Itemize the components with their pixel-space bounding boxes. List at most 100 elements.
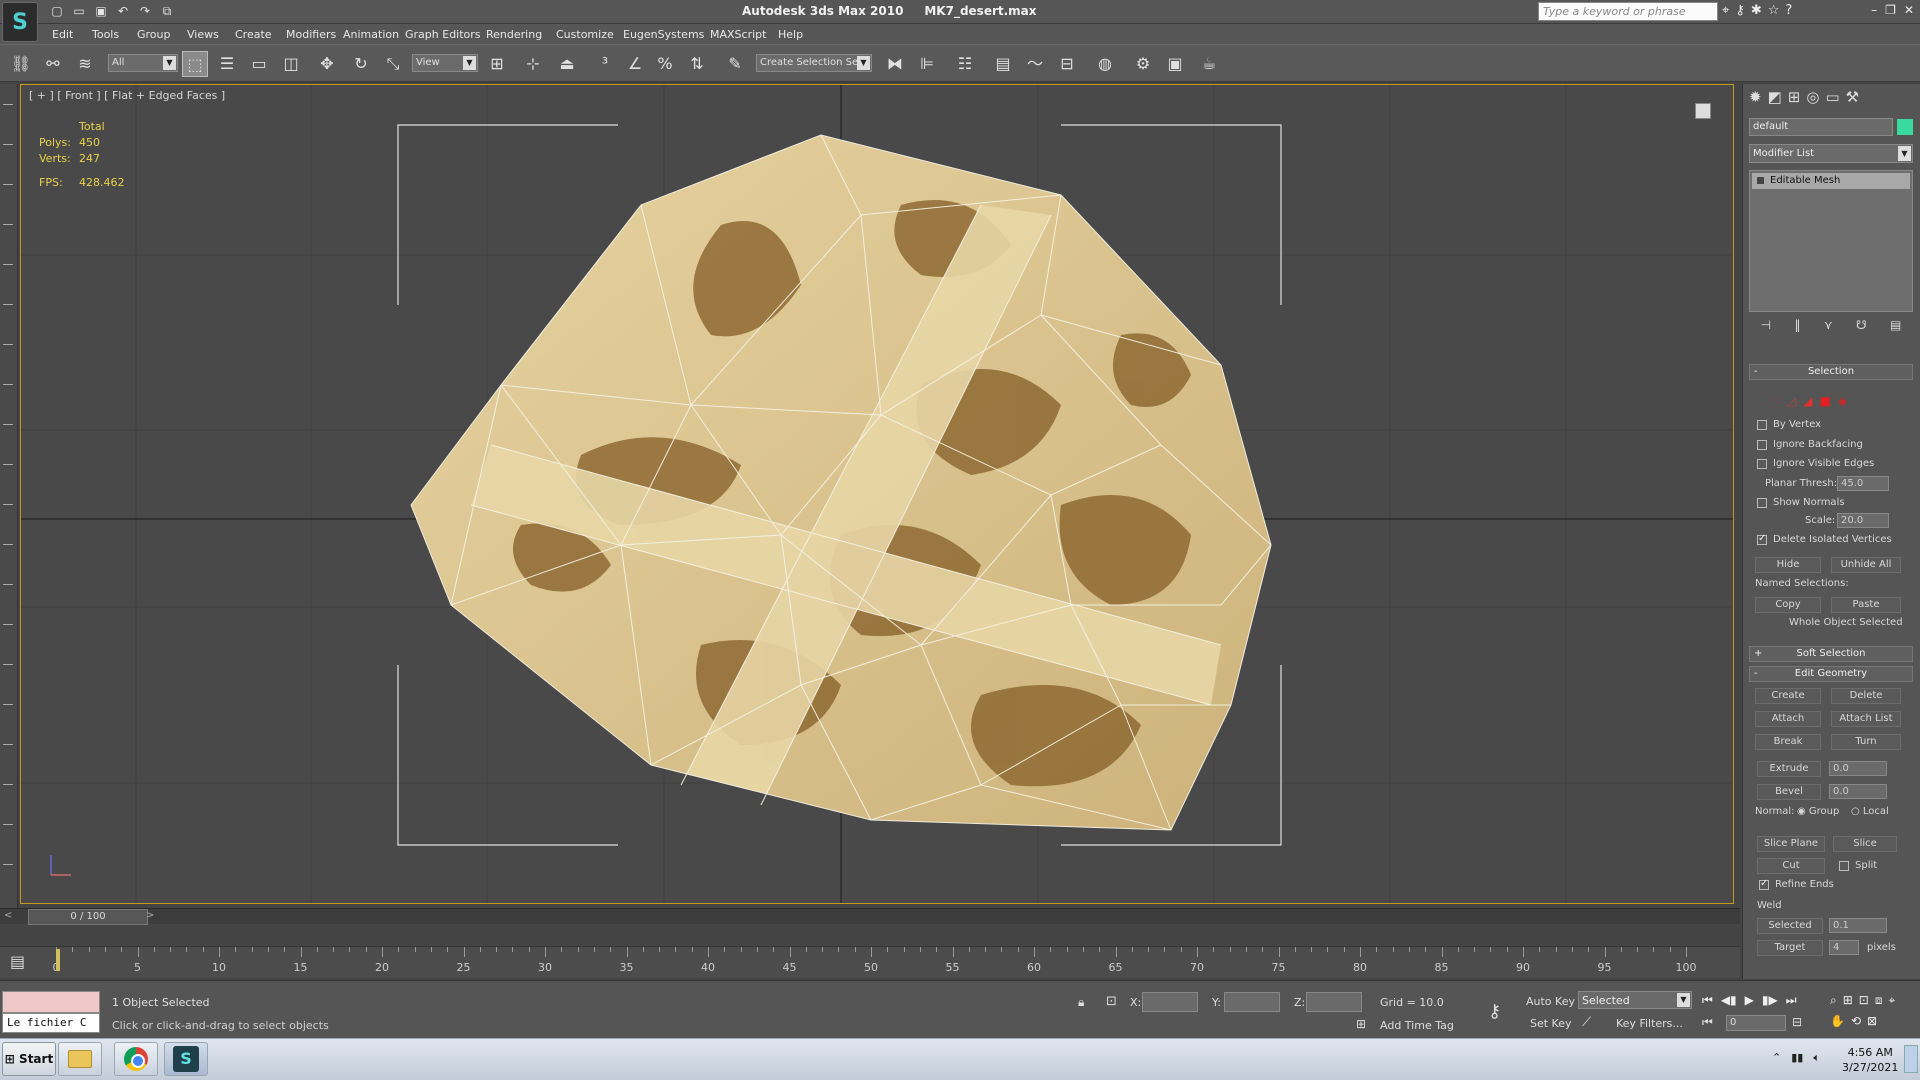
slice-button[interactable]: Slice — [1833, 836, 1897, 852]
weld-target-button[interactable]: Target — [1757, 940, 1823, 956]
make-unique-icon[interactable]: ⋎ — [1824, 318, 1833, 332]
angle-snap-icon[interactable]: ∠ — [622, 51, 648, 77]
modify-tab-icon[interactable]: ◩ — [1768, 88, 1782, 106]
object-color-swatch[interactable] — [1897, 119, 1913, 135]
current-frame-marker[interactable] — [56, 949, 60, 971]
time-tag-icon[interactable]: ⊞ — [1356, 1017, 1366, 1031]
mirror-icon[interactable]: ⧓ — [882, 51, 908, 77]
select-object-icon[interactable]: ⬚ — [182, 51, 208, 77]
open-file-icon[interactable]: ▭ — [70, 3, 88, 20]
menu-create[interactable]: Create — [235, 28, 272, 41]
viewport-maximize-icon[interactable] — [1695, 103, 1711, 119]
volume-icon[interactable]: 🔈︎ — [1813, 1051, 1820, 1065]
zoom-extents-icon[interactable]: ⊡ — [1859, 993, 1869, 1008]
pan-icon[interactable]: ✋ — [1830, 1014, 1845, 1028]
select-and-link-icon[interactable]: ⛓ — [8, 51, 34, 77]
reference-coordinate-dropdown[interactable]: View ▼ — [412, 54, 478, 72]
y-coord-field[interactable] — [1224, 992, 1280, 1012]
timeline-ruler[interactable]: 0510152025303540455055606570758085909510… — [53, 947, 1697, 979]
create-button[interactable]: Create — [1755, 688, 1821, 704]
close-icon[interactable]: ✕ — [1904, 3, 1914, 17]
extrude-amount-spinner[interactable]: 0.0 — [1829, 761, 1887, 776]
save-file-icon[interactable]: ▣ — [92, 3, 110, 20]
ignore-visible-edges-checkbox[interactable] — [1757, 459, 1767, 469]
rectangular-selection-icon[interactable]: ▭ — [246, 51, 272, 77]
go-to-end-icon[interactable]: ⏭ — [1786, 993, 1797, 1008]
keyboard-shortcut-override-icon[interactable]: ⏏ — [554, 51, 580, 77]
help-icon[interactable]: ? — [1785, 3, 1792, 18]
menu-help[interactable]: Help — [778, 28, 803, 41]
select-and-rotate-icon[interactable]: ↻ — [348, 51, 374, 77]
menu-edit[interactable]: Edit — [52, 28, 73, 41]
show-desktop-button[interactable] — [1904, 1045, 1918, 1073]
system-clock[interactable]: 4:56 AM 3/27/2021 — [1842, 1045, 1898, 1075]
key-tools-icon[interactable]: ⚷ — [1735, 3, 1745, 18]
menu-modifiers[interactable]: Modifiers — [286, 28, 336, 41]
binoculars-icon[interactable]: ⌖ — [1722, 3, 1729, 18]
time-slider-prev-button[interactable]: < — [4, 910, 12, 921]
menu-views[interactable]: Views — [187, 28, 219, 41]
ignore-backfacing-checkbox[interactable] — [1757, 440, 1767, 450]
create-tab-icon[interactable]: ✹ — [1749, 88, 1762, 106]
z-coord-field[interactable] — [1306, 992, 1362, 1012]
taskbar-chrome[interactable] — [114, 1042, 158, 1076]
show-end-result-icon[interactable]: ‖ — [1794, 318, 1800, 332]
pin-stack-icon[interactable]: ⊣ — [1761, 318, 1771, 332]
select-by-name-icon[interactable]: ☰ — [214, 51, 240, 77]
new-file-icon[interactable]: ▢ — [48, 3, 66, 20]
zoom-all-icon[interactable]: ⊞ — [1843, 993, 1853, 1008]
hierarchy-tab-icon[interactable]: ⊞ — [1788, 88, 1801, 106]
weld-selected-button[interactable]: Selected — [1757, 918, 1823, 934]
snaps-toggle-icon[interactable]: ³ — [592, 51, 618, 77]
next-frame-icon[interactable]: ▮▶ — [1762, 993, 1778, 1008]
menu-maxscript[interactable]: MAXScript — [710, 28, 766, 41]
attach-button[interactable]: Attach — [1755, 711, 1821, 727]
bevel-amount-spinner[interactable]: 0.0 — [1829, 784, 1887, 799]
vertex-level-icon[interactable]: ⁖ — [1773, 394, 1780, 408]
window-crossing-icon[interactable]: ◫ — [278, 51, 304, 77]
track-bar[interactable]: ▤ 05101520253035404550556065707580859095… — [0, 946, 1740, 978]
menu-rendering[interactable]: Rendering — [486, 28, 542, 41]
add-time-tag-button[interactable]: Add Time Tag — [1380, 1019, 1454, 1032]
select-and-scale-icon[interactable]: ⤡ — [380, 51, 406, 77]
current-frame-field[interactable]: 0 — [1726, 1015, 1786, 1031]
app-logo[interactable]: S — [2, 2, 38, 42]
weld-target-pixels-spinner[interactable]: 4 — [1829, 940, 1859, 955]
key-mode-icon[interactable]: ⏮ — [1702, 1015, 1713, 1030]
start-button[interactable]: ⊞ Start — [2, 1042, 56, 1076]
delete-isolated-vertices-checkbox[interactable] — [1757, 533, 1767, 545]
menu-eugensystems[interactable]: EugenSystems — [623, 28, 704, 41]
object-name-field[interactable]: default — [1749, 118, 1893, 136]
orbit-icon[interactable]: ⟲ — [1851, 1014, 1861, 1028]
time-configuration-icon[interactable]: ⊟ — [1792, 1015, 1802, 1029]
render-setup-icon[interactable]: ⚙ — [1130, 51, 1156, 77]
project-folder-icon[interactable]: ⧉ — [158, 3, 176, 20]
set-key-button[interactable]: Set Key — [1530, 1017, 1572, 1030]
go-to-start-icon[interactable]: ⏮ — [1702, 993, 1713, 1008]
selection-set-dropdown[interactable]: Selected ▼ — [1578, 991, 1692, 1009]
taskbar-explorer[interactable] — [58, 1042, 102, 1076]
open-mini-curve-editor-icon[interactable]: ▤ — [10, 952, 25, 971]
split-checkbox[interactable] — [1839, 861, 1849, 871]
select-and-move-icon[interactable]: ✥ — [314, 51, 340, 77]
schematic-view-icon[interactable]: ⊟ — [1054, 51, 1080, 77]
graphite-modeling-icon[interactable]: ▤ — [990, 51, 1016, 77]
spinner-snap-icon[interactable]: ⇅ — [684, 51, 710, 77]
default-tangents-icon[interactable]: ⟋ — [1582, 1015, 1591, 1030]
tray-expand-icon[interactable]: ⌃ — [1772, 1051, 1781, 1065]
normal-local-radio[interactable]: ○ Local — [1851, 806, 1889, 817]
show-normals-checkbox[interactable] — [1757, 498, 1767, 508]
material-editor-icon[interactable]: ◍ — [1092, 51, 1118, 77]
select-and-manipulate-icon[interactable]: ⊹ — [520, 51, 546, 77]
stack-item-editable-mesh[interactable]: Editable Mesh — [1752, 173, 1910, 189]
viewport-label[interactable]: [ + ] [ Front ] [ Flat + Edged Faces ] — [29, 89, 225, 102]
viewport-canvas[interactable] — [21, 85, 1734, 904]
auto-key-button[interactable]: Auto Key — [1526, 995, 1575, 1008]
cut-button[interactable]: Cut — [1757, 858, 1825, 874]
selection-filter-dropdown[interactable]: All ▼ — [108, 54, 178, 72]
zoom-extents-all-icon[interactable]: ⧈ — [1875, 993, 1883, 1008]
display-tab-icon[interactable]: ▭ — [1825, 88, 1839, 106]
time-slider-handle[interactable]: 0 / 100 — [28, 909, 148, 925]
soft-selection-rollout-header[interactable]: + Soft Selection — [1749, 646, 1913, 662]
quick-render-icon[interactable]: ☕ — [1196, 51, 1222, 77]
